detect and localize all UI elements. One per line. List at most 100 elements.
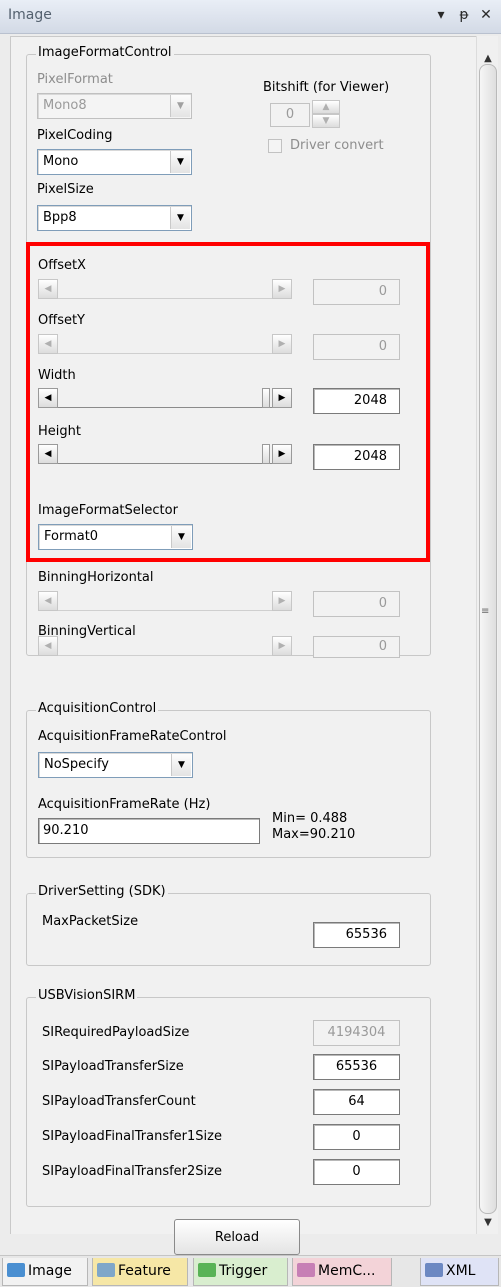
offset-x-left-button: ◀ [38, 279, 58, 299]
tab-label: Image [28, 1263, 72, 1279]
rate-min-text: Min= 0.488 [272, 811, 348, 826]
xml-tab-icon [425, 1263, 443, 1277]
width-slider-thumb[interactable] [262, 388, 270, 408]
rate-max-text: Max=90.210 [272, 827, 356, 842]
height-right-button[interactable]: ▶ [272, 444, 292, 464]
binning-v-right-button: ▶ [272, 636, 292, 656]
usb-row-label: SIRequiredPayloadSize [42, 1025, 190, 1040]
driver-convert-label: Driver convert [290, 138, 384, 153]
height-input[interactable]: 2048 [313, 444, 400, 470]
usb-row-value: 4194304 [313, 1020, 400, 1046]
width-input[interactable]: 2048 [313, 388, 400, 414]
chevron-down-icon[interactable]: ▼ [171, 526, 191, 548]
image-format-group-title: ImageFormatControl [36, 45, 174, 60]
pixel-coding-label: PixelCoding [37, 128, 113, 143]
format-selector-value: Format0 [44, 529, 99, 544]
binning-h-input: 0 [313, 591, 400, 617]
close-icon[interactable]: ✕ [477, 6, 495, 24]
height-slider-track[interactable] [58, 444, 272, 464]
tab-label: Feature [118, 1263, 171, 1279]
width-left-button[interactable]: ◀ [38, 388, 58, 408]
chevron-down-icon[interactable]: ▼ [171, 754, 191, 776]
binning-v-left-button: ◀ [38, 636, 58, 656]
tab-bar: Image Feature Trigger MemC... XML [0, 1255, 501, 1287]
binning-h-right-button: ▶ [272, 591, 292, 611]
pin-icon[interactable]: ᵽ [455, 6, 473, 24]
bitshift-label: Bitshift (for Viewer) [263, 80, 390, 95]
tab-image[interactable]: Image [2, 1258, 88, 1286]
pixel-format-label: PixelFormat [37, 72, 113, 87]
usb-row-label: SIPayloadFinalTransfer2Size [42, 1164, 222, 1179]
bitshift-input: 0 [270, 103, 310, 127]
binning-h-left-button: ◀ [38, 591, 58, 611]
reload-button[interactable]: Reload [174, 1219, 300, 1255]
tab-xml[interactable]: XML [420, 1258, 499, 1286]
height-left-button[interactable]: ◀ [38, 444, 58, 464]
pixel-coding-value: Mono [43, 154, 79, 169]
offset-y-label: OffsetY [38, 313, 85, 328]
memc-tab-icon [297, 1263, 315, 1277]
offset-x-input: 0 [313, 279, 400, 305]
pixel-format-value: Mono8 [43, 98, 87, 113]
usb-group-title: USBVisionSIRM [36, 988, 138, 1003]
usb-row-label: SIPayloadFinalTransfer1Size [42, 1129, 222, 1144]
binning-h-slider-track [58, 591, 272, 611]
usb-row-value[interactable]: 64 [313, 1089, 400, 1115]
rate-control-value: NoSpecify [44, 757, 109, 772]
offset-y-left-button: ◀ [38, 334, 58, 354]
tab-trigger[interactable]: Trigger [193, 1258, 288, 1286]
pixel-size-label: PixelSize [37, 182, 94, 197]
chevron-down-icon[interactable]: ▼ [170, 151, 190, 173]
width-slider-track[interactable] [58, 388, 272, 408]
acquisition-group-title: AcquisitionControl [36, 701, 159, 716]
scrollbar-thumb[interactable] [479, 64, 497, 1214]
vertical-scrollbar[interactable]: ▲ ≡ ▼ [476, 36, 498, 1234]
pixel-size-select[interactable]: Bpp8 ▼ [37, 205, 192, 231]
chevron-down-icon: ▼ [170, 95, 190, 117]
chevron-down-icon[interactable]: ▼ [170, 207, 190, 229]
rate-control-label: AcquisitionFrameRateControl [38, 729, 227, 744]
scroll-down-icon[interactable]: ▼ [480, 1216, 496, 1230]
offset-x-slider-track [58, 279, 272, 299]
binning-v-input: 0 [313, 636, 400, 658]
width-right-button[interactable]: ▶ [272, 388, 292, 408]
tab-feature[interactable]: Feature [92, 1258, 188, 1286]
offset-y-right-button: ▶ [272, 334, 292, 354]
offset-y-slider-track [58, 334, 272, 354]
offset-y-input: 0 [313, 334, 400, 360]
dropdown-icon[interactable]: ▾ [432, 6, 450, 24]
offset-x-right-button: ▶ [272, 279, 292, 299]
bitshift-down-button: ▼ [312, 114, 340, 128]
feature-tab-icon [97, 1263, 115, 1277]
tab-label: Trigger [219, 1263, 268, 1279]
pixel-size-value: Bpp8 [43, 210, 77, 225]
usb-row-value[interactable]: 0 [313, 1159, 400, 1185]
pixel-format-select: Mono8 ▼ [37, 93, 192, 119]
panel-title-bar: Image ▾ ᵽ ✕ [0, 0, 501, 34]
usb-row-value[interactable]: 0 [313, 1124, 400, 1150]
rate-label: AcquisitionFrameRate (Hz) [38, 797, 211, 812]
driver-group-title: DriverSetting (SDK) [36, 884, 168, 899]
height-slider-thumb[interactable] [262, 444, 270, 464]
rate-control-select[interactable]: NoSpecify ▼ [38, 752, 193, 778]
pixel-coding-select[interactable]: Mono ▼ [37, 149, 192, 175]
grip-icon: ≡ [481, 606, 490, 617]
height-label: Height [38, 424, 81, 439]
width-label: Width [38, 368, 76, 383]
offset-x-label: OffsetX [38, 258, 86, 273]
driver-convert-checkbox [268, 139, 282, 153]
trigger-tab-icon [198, 1263, 216, 1277]
usb-row-label: SIPayloadTransferSize [42, 1059, 184, 1074]
bitshift-up-button: ▲ [312, 100, 340, 114]
tab-memc[interactable]: MemC... [292, 1258, 392, 1286]
rate-input[interactable]: 90.210 [38, 818, 260, 844]
format-selector-select[interactable]: Format0 ▼ [38, 524, 193, 550]
panel-title: Image [8, 7, 52, 23]
max-packet-label: MaxPacketSize [42, 914, 139, 929]
tab-label: XML [446, 1263, 476, 1279]
usb-row-label: SIPayloadTransferCount [42, 1094, 196, 1109]
tab-label: MemC... [318, 1263, 376, 1279]
image-tab-icon [7, 1263, 25, 1277]
max-packet-input[interactable]: 65536 [313, 922, 400, 948]
usb-row-value[interactable]: 65536 [313, 1054, 400, 1080]
